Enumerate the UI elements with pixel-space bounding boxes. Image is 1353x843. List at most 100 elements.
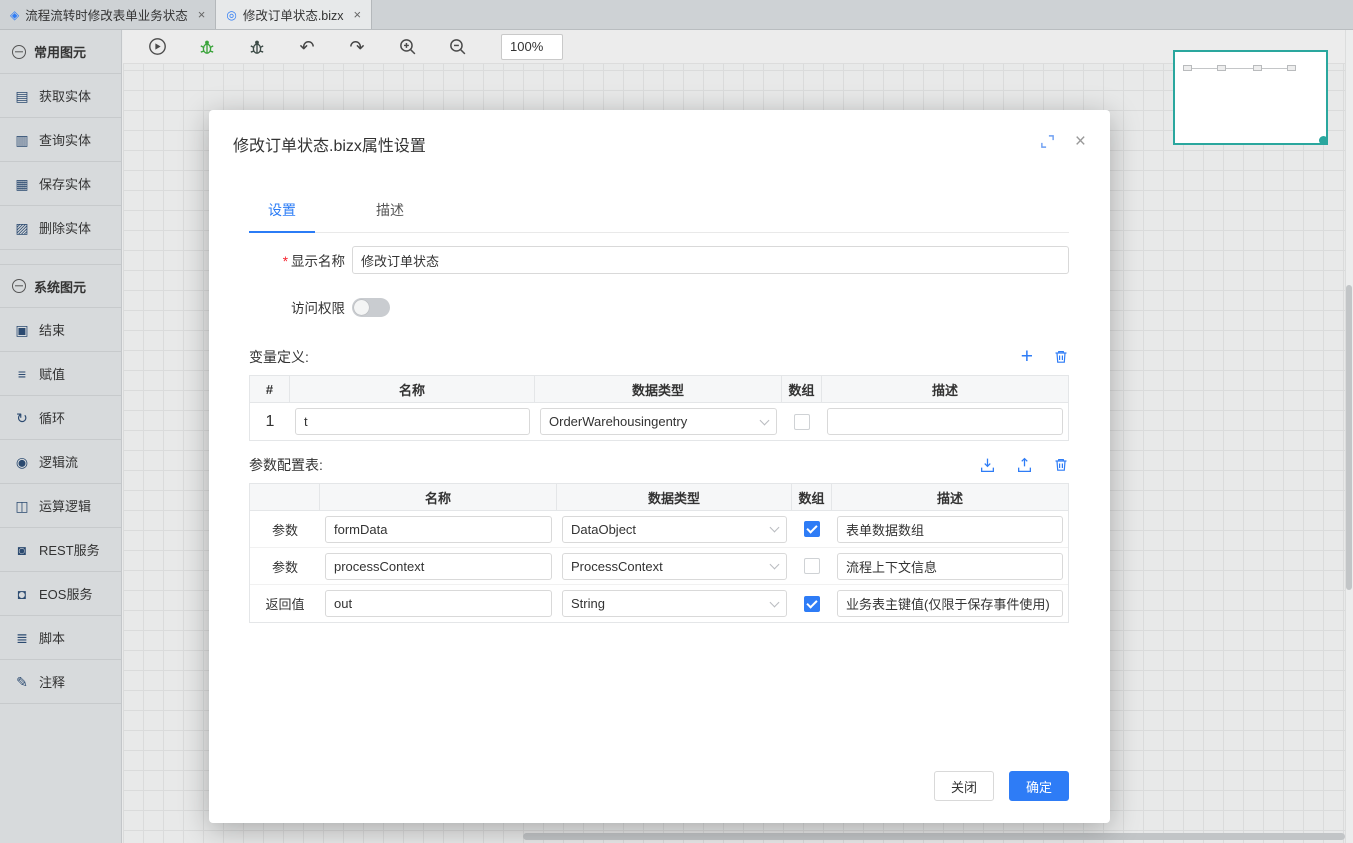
calc-logic-icon: ◫: [14, 499, 30, 513]
tab-process-flow[interactable]: ◈ 流程流转时修改表单业务状态 ×: [0, 0, 216, 29]
col-type: 数据类型: [557, 484, 792, 510]
palette-item-rest-service[interactable]: ◙ REST服务: [0, 528, 121, 572]
bizx-target-icon: ◎: [226, 9, 236, 21]
param-type-select[interactable]: ProcessContext: [562, 553, 787, 580]
flow-diamond-icon: ◈: [10, 9, 19, 21]
undo-icon[interactable]: ↶: [297, 37, 317, 57]
param-desc-input[interactable]: [837, 516, 1063, 543]
param-name-input[interactable]: [325, 553, 552, 580]
add-variable-icon[interactable]: +: [1021, 349, 1033, 365]
param-array-checkbox[interactable]: [804, 521, 820, 537]
end-icon: ▣: [14, 323, 30, 337]
selected-type: ProcessContext: [571, 559, 663, 574]
variable-array-checkbox[interactable]: [794, 414, 810, 430]
params-table-header: 名称 数据类型 数组 描述: [250, 484, 1068, 511]
param-row-processcontext: 参数 ProcessContext: [250, 548, 1068, 585]
close-icon[interactable]: ×: [354, 7, 362, 22]
debug-dark-icon[interactable]: [247, 37, 267, 57]
palette-item-eos-service[interactable]: ◘ EOS服务: [0, 572, 121, 616]
param-desc-input[interactable]: [837, 553, 1063, 580]
import-params-icon[interactable]: [979, 457, 996, 474]
palette-item-get-entity[interactable]: ▤ 获取实体: [0, 74, 121, 118]
palette-label: 保存实体: [39, 174, 91, 193]
minimap[interactable]: [1173, 50, 1328, 145]
palette-item-delete-entity[interactable]: ▨ 删除实体: [0, 206, 121, 250]
loop-icon: ↻: [14, 411, 30, 425]
minimap-resize-handle[interactable]: [1319, 136, 1328, 145]
export-params-icon[interactable]: [1016, 457, 1033, 474]
param-array-checkbox[interactable]: [804, 558, 820, 574]
param-kind: 参数: [250, 511, 320, 547]
group-label: 系统图元: [34, 277, 86, 296]
vertical-scrollbar-track[interactable]: [1345, 30, 1353, 843]
delete-variable-icon[interactable]: [1053, 349, 1069, 365]
close-icon[interactable]: ×: [198, 7, 206, 22]
zoom-level-field[interactable]: 100%: [501, 34, 563, 60]
selected-type: DataObject: [571, 522, 636, 537]
variable-row: 1 OrderWarehousingentry: [250, 403, 1068, 440]
assign-icon: ≡: [14, 367, 30, 381]
run-icon[interactable]: [147, 37, 167, 57]
variables-table: # 名称 数据类型 数组 描述 1 OrderWarehousingentry: [249, 375, 1069, 441]
param-desc-input[interactable]: [837, 590, 1063, 617]
required-mark: *: [283, 254, 288, 269]
redo-icon[interactable]: ↷: [347, 37, 367, 57]
palette-item-script[interactable]: ≣ 脚本: [0, 616, 121, 660]
zoom-out-icon[interactable]: [447, 37, 467, 57]
variable-type-select[interactable]: OrderWarehousingentry: [540, 408, 777, 435]
vertical-scrollbar-thumb[interactable]: [1346, 285, 1352, 590]
palette-item-loop[interactable]: ↻ 循环: [0, 396, 121, 440]
param-type-select[interactable]: DataObject: [562, 516, 787, 543]
dialog-header: 修改订单状态.bizx属性设置 ×: [209, 110, 1110, 156]
params-section-header: 参数配置表:: [249, 455, 1069, 475]
fullscreen-icon[interactable]: [1040, 134, 1055, 149]
palette-label: 脚本: [39, 628, 65, 647]
palette-item-save-entity[interactable]: ▦ 保存实体: [0, 162, 121, 206]
ok-button[interactable]: 确定: [1009, 771, 1069, 801]
palette-label: 结束: [39, 320, 65, 339]
tab-settings[interactable]: 设置: [249, 200, 315, 232]
param-name-input[interactable]: [325, 516, 552, 543]
close-button[interactable]: 关闭: [934, 771, 994, 801]
chevron-down-icon: [760, 415, 770, 425]
palette-item-query-entity[interactable]: ▥ 查询实体: [0, 118, 121, 162]
tab-modify-order-status[interactable]: ◎ 修改订单状态.bizx ×: [216, 0, 372, 29]
params-label: 参数配置表:: [249, 455, 323, 475]
palette-item-logicflow[interactable]: ◉ 逻辑流: [0, 440, 121, 484]
col-array: 数组: [782, 376, 822, 402]
debug-green-icon[interactable]: [197, 37, 217, 57]
param-array-checkbox[interactable]: [804, 596, 820, 612]
variable-desc-input[interactable]: [827, 408, 1063, 435]
access-toggle[interactable]: [352, 298, 390, 317]
horizontal-scrollbar-thumb[interactable]: [523, 833, 1345, 840]
collapse-icon: [12, 279, 26, 293]
palette-label: 赋值: [39, 364, 65, 383]
param-kind: 返回值: [250, 585, 320, 622]
palette-group-common[interactable]: 常用图元: [0, 30, 121, 74]
tab-description[interactable]: 描述: [357, 200, 423, 232]
display-name-input[interactable]: [352, 246, 1069, 274]
palette-label: REST服务: [39, 540, 100, 559]
variables-table-header: # 名称 数据类型 数组 描述: [250, 376, 1068, 403]
param-name-input[interactable]: [325, 590, 552, 617]
palette-label: 查询实体: [39, 130, 91, 149]
palette-item-end[interactable]: ▣ 结束: [0, 308, 121, 352]
logicflow-icon: ◉: [14, 455, 30, 469]
close-icon[interactable]: ×: [1075, 132, 1086, 151]
palette-item-assign[interactable]: ≡ 赋值: [0, 352, 121, 396]
param-row-formdata: 参数 DataObject: [250, 511, 1068, 548]
zoom-in-icon[interactable]: [397, 37, 417, 57]
dialog-title: 修改订单状态.bizx属性设置: [233, 132, 1086, 156]
palette-item-calc-logic[interactable]: ◫ 运算逻辑: [0, 484, 121, 528]
tab-label: 修改订单状态.bizx: [243, 5, 344, 24]
delete-params-icon[interactable]: [1053, 457, 1069, 473]
palette-label: 循环: [39, 408, 65, 427]
palette-group-system[interactable]: 系统图元: [0, 264, 121, 308]
selected-type: OrderWarehousingentry: [549, 414, 687, 429]
chevron-down-icon: [770, 560, 780, 570]
palette-item-comment[interactable]: ✎ 注释: [0, 660, 121, 704]
variable-name-input[interactable]: [295, 408, 530, 435]
minimap-thumbnail: [1183, 60, 1303, 82]
param-type-select[interactable]: String: [562, 590, 787, 617]
entity-get-icon: ▤: [14, 89, 30, 103]
